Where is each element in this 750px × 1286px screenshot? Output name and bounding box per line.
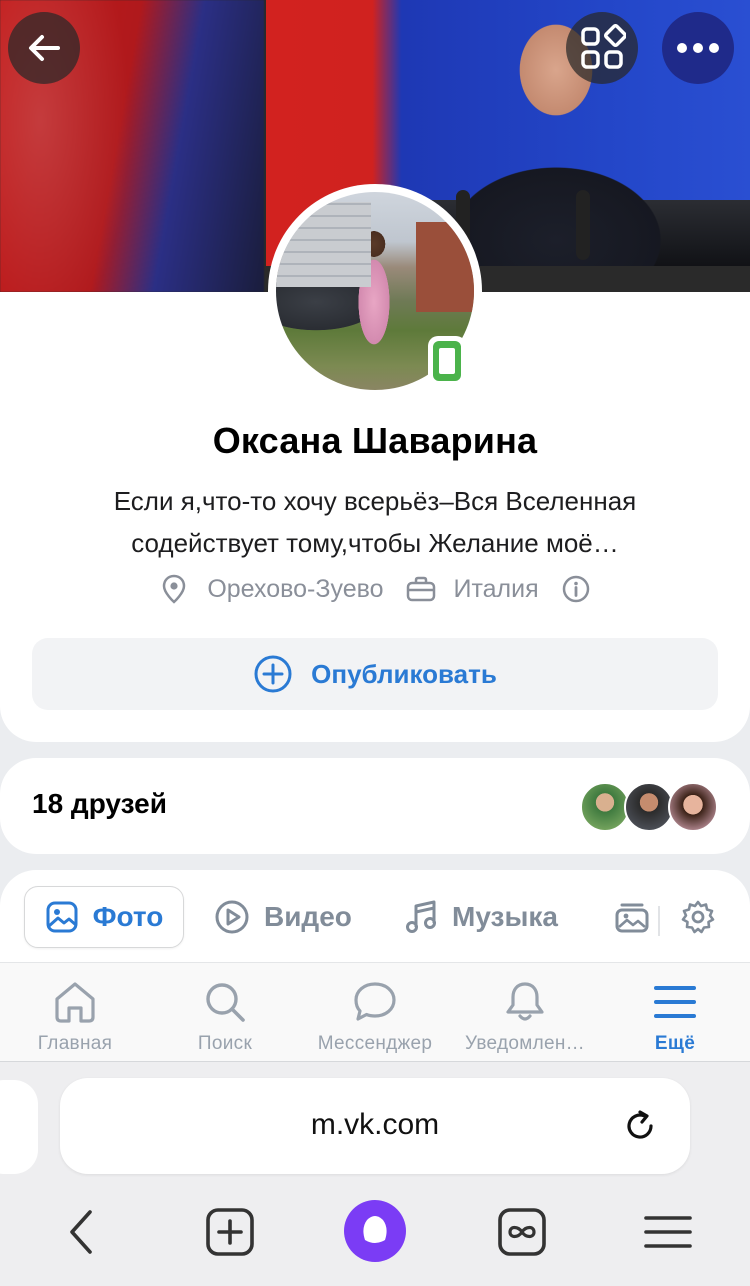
friend-avatar bbox=[580, 782, 630, 832]
apps-grid-icon bbox=[581, 24, 626, 69]
play-circle-icon bbox=[214, 899, 250, 935]
nav-more[interactable]: Ещё bbox=[600, 963, 750, 1063]
browser-menu-button[interactable] bbox=[638, 1202, 698, 1262]
tabs-button[interactable] bbox=[492, 1202, 552, 1262]
more-button[interactable] bbox=[662, 12, 734, 84]
mobile-online-icon bbox=[433, 341, 461, 381]
reload-icon[interactable] bbox=[622, 1108, 658, 1149]
profile-city[interactable]: Орехово-Зуево bbox=[207, 575, 383, 604]
publish-button[interactable]: Опубликовать bbox=[32, 638, 718, 710]
friends-count: 18 друзей bbox=[32, 788, 167, 819]
add-circle-icon bbox=[253, 654, 293, 694]
address-bar[interactable]: m.vk.com bbox=[60, 1078, 690, 1174]
info-icon[interactable] bbox=[561, 574, 591, 604]
search-icon bbox=[202, 977, 248, 1027]
nav-home[interactable]: Главная bbox=[0, 963, 150, 1063]
media-tabs: Фото Видео Музыка bbox=[0, 870, 750, 970]
nav-notifications[interactable]: Уведомлен… bbox=[450, 963, 600, 1063]
hamburger-icon bbox=[644, 1216, 692, 1248]
infinity-tabs-icon bbox=[498, 1208, 546, 1256]
alice-icon bbox=[363, 1216, 387, 1243]
profile-status[interactable]: Если я,что-то хочу всерьёз–Вся Вселенная… bbox=[60, 480, 690, 564]
profile-name: Оксана Шаварина bbox=[212, 420, 538, 461]
previous-tab-card[interactable] bbox=[0, 1080, 38, 1174]
tab-video[interactable]: Видео bbox=[214, 886, 352, 948]
friend-avatar bbox=[668, 782, 718, 832]
bottom-nav: Главная Поиск Мессенджер Уведомлен… Ещё bbox=[0, 962, 750, 1062]
menu-icon bbox=[653, 977, 697, 1027]
tab-music[interactable]: Музыка bbox=[404, 886, 558, 948]
albums-icon bbox=[614, 900, 650, 934]
tab-albums[interactable] bbox=[614, 886, 664, 948]
publish-label: Опубликовать bbox=[311, 658, 497, 689]
plus-square-icon bbox=[206, 1208, 254, 1256]
tab-photo[interactable]: Фото bbox=[24, 886, 184, 948]
profile-work[interactable]: Италия bbox=[454, 575, 539, 604]
new-tab-button[interactable] bbox=[200, 1202, 260, 1262]
location-pin-icon bbox=[159, 574, 189, 604]
photo-icon bbox=[45, 900, 79, 934]
online-badge bbox=[428, 336, 466, 386]
message-bubble-icon bbox=[351, 977, 399, 1027]
friends-card[interactable]: 18 друзей bbox=[0, 758, 750, 854]
chevron-left-icon bbox=[70, 1210, 92, 1254]
tabs-divider bbox=[658, 906, 660, 936]
browser-chrome: m.vk.com bbox=[0, 1062, 750, 1286]
music-note-icon bbox=[404, 899, 438, 935]
back-button[interactable] bbox=[8, 12, 80, 84]
nav-search[interactable]: Поиск bbox=[150, 963, 300, 1063]
alice-assistant-button[interactable] bbox=[344, 1200, 406, 1262]
more-horizontal-icon bbox=[677, 43, 719, 53]
briefcase-icon bbox=[406, 574, 436, 604]
nav-messenger[interactable]: Мессенджер bbox=[300, 963, 450, 1063]
url-text: m.vk.com bbox=[310, 1108, 440, 1141]
home-icon bbox=[51, 977, 99, 1027]
profile-meta: Орехово-Зуево Италия bbox=[0, 568, 750, 610]
gear-icon bbox=[680, 899, 716, 935]
browser-back-button[interactable] bbox=[52, 1202, 112, 1262]
apps-button[interactable] bbox=[566, 12, 638, 84]
friend-avatar bbox=[624, 782, 674, 832]
tab-settings[interactable] bbox=[680, 886, 730, 948]
bell-icon bbox=[502, 977, 548, 1027]
arrow-left-icon bbox=[29, 35, 60, 61]
